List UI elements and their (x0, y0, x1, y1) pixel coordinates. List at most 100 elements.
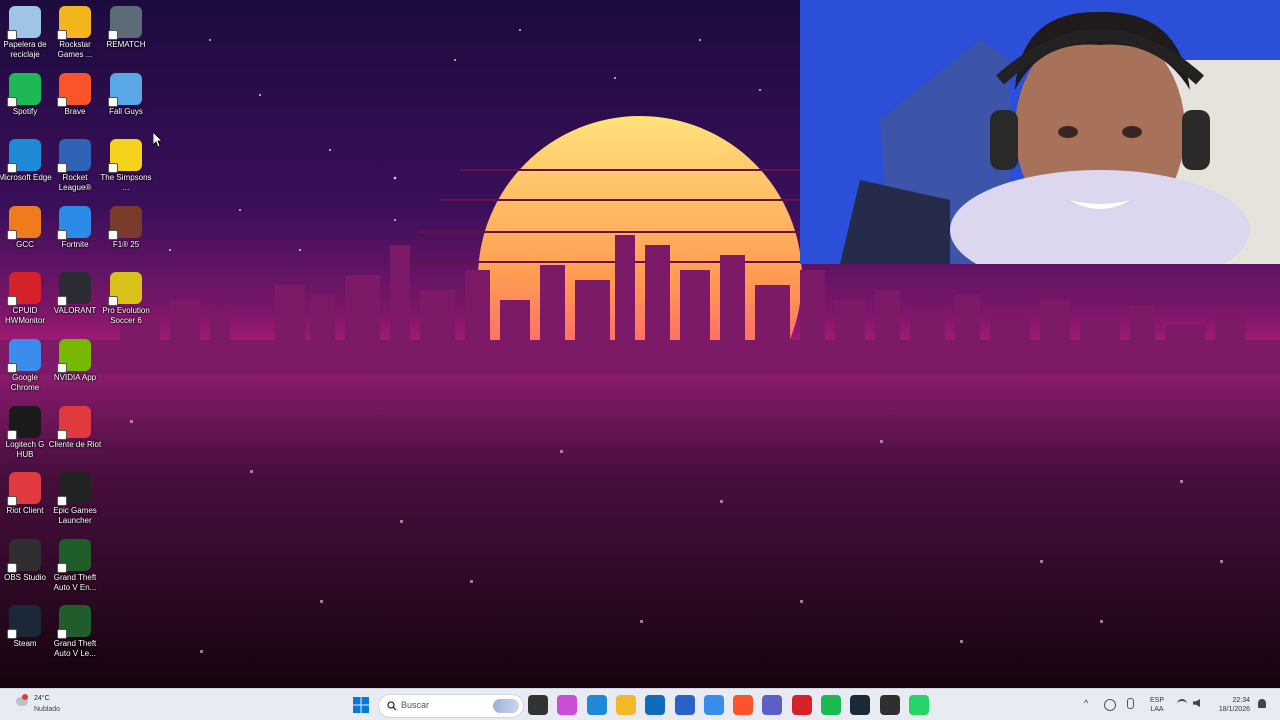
logitech-icon (7, 406, 41, 440)
shortcut-arrow-icon (7, 629, 17, 639)
volume-icon[interactable] (1193, 699, 1200, 707)
desktop-icon[interactable]: Microsoft Edge (0, 139, 52, 183)
clock-date: 18/1/2026 (1218, 706, 1250, 713)
webcam-overlay (800, 0, 1280, 264)
gta-icon (57, 539, 91, 573)
desktop-icon[interactable]: GCC (0, 206, 50, 250)
desktop-icon[interactable]: Grand Theft Auto V Le... (50, 605, 100, 659)
chrome-icon (7, 339, 41, 373)
microphone-icon[interactable] (1127, 698, 1134, 709)
desktop-icon-label: F1® 25 (112, 240, 140, 249)
shortcut-arrow-icon (7, 30, 17, 40)
file-explorer-icon[interactable] (616, 695, 636, 715)
desktop-icon-label: Rocket League® (58, 173, 92, 192)
clock[interactable]: 22:34 18/1/2026 (1210, 696, 1250, 714)
task-view-icon[interactable] (528, 695, 548, 715)
desktop-icon[interactable]: Fortnite (50, 206, 100, 250)
language-code-bottom: LAA (1150, 706, 1164, 713)
simpsons-icon (108, 139, 142, 173)
desktop-icon[interactable]: The Simpsons ... (100, 139, 152, 193)
fall-guys-icon (108, 73, 142, 107)
obs-icon[interactable] (880, 695, 900, 715)
epic-icon (57, 472, 91, 506)
shortcut-arrow-icon (7, 430, 17, 440)
city-floor (0, 375, 1280, 688)
desktop-icon[interactable]: VALORANT (50, 272, 100, 316)
obs-icon (7, 539, 41, 573)
shortcut-arrow-icon (108, 230, 118, 240)
desktop-icon-label: VALORANT (53, 306, 97, 315)
fortnite-icon (57, 206, 91, 240)
desktop-icon[interactable]: Steam (0, 605, 50, 649)
desktop-icon-label: Logitech G HUB (5, 440, 45, 459)
spotify-icon[interactable] (821, 695, 841, 715)
steam-icon (7, 605, 41, 639)
shortcut-arrow-icon (57, 97, 67, 107)
shortcut-arrow-icon (7, 163, 17, 173)
desktop-icon[interactable]: Fall Guys (101, 73, 151, 117)
outlook-icon[interactable] (645, 695, 665, 715)
desktop-icon[interactable]: Logitech G HUB (0, 406, 50, 460)
desktop-icon[interactable]: Google Chrome (0, 339, 50, 393)
shortcut-arrow-icon (57, 163, 67, 173)
desktop-icon-label: Spotify (12, 107, 38, 116)
shortcut-arrow-icon (57, 430, 67, 440)
riot-icon (7, 472, 41, 506)
language-indicator[interactable]: ESP LAA (1146, 696, 1168, 714)
show-hidden-icons-chevron-icon[interactable]: ^ (1084, 699, 1088, 708)
steam-icon[interactable] (850, 695, 870, 715)
chrome-icon[interactable] (704, 695, 724, 715)
desktop-icon[interactable]: REMATCH (101, 6, 151, 50)
shortcut-arrow-icon (57, 30, 67, 40)
rocket-league-icon (57, 139, 91, 173)
taskbar-search-box[interactable]: Buscar (378, 694, 524, 718)
hwmonitor-icon[interactable] (792, 695, 812, 715)
notifications-bell-icon[interactable] (1258, 699, 1266, 708)
shortcut-arrow-icon (57, 230, 67, 240)
desktop-icon[interactable]: Spotify (0, 73, 50, 117)
rockstar-icon (57, 6, 91, 40)
spotify-icon (7, 73, 41, 107)
desktop-icon[interactable]: F1® 25 (101, 206, 151, 250)
desktop-icon-label: Fortnite (61, 240, 89, 249)
desktop-icon-label: Grand Theft Auto V En... (53, 573, 97, 592)
shortcut-arrow-icon (57, 496, 67, 506)
desktop-icon-label: OBS Studio (4, 573, 46, 582)
desktop-icon[interactable]: Epic Games Launcher (50, 472, 100, 526)
network-icon[interactable] (1104, 699, 1116, 711)
shortcut-arrow-icon (108, 163, 118, 173)
desktop-icon[interactable]: Riot Client (0, 472, 50, 516)
desktop-icon[interactable]: OBS Studio (0, 539, 50, 583)
search-icon (387, 701, 397, 711)
store-icon[interactable] (675, 695, 695, 715)
webcam-person-image (800, 0, 1280, 264)
whatsapp-icon[interactable] (909, 695, 929, 715)
search-placeholder: Buscar (401, 700, 430, 710)
desktop-icon[interactable]: NVIDIA App (50, 339, 100, 383)
desktop-icon[interactable]: Pro Evolution Soccer 6 (101, 272, 151, 326)
language-code-top: ESP (1149, 697, 1164, 704)
desktop-icon[interactable]: Papelera de reciclaje (0, 6, 50, 60)
start-button[interactable] (352, 696, 370, 714)
mouse-cursor-icon (153, 132, 163, 148)
shortcut-arrow-icon (108, 97, 118, 107)
edge-icon[interactable] (587, 695, 607, 715)
desktop-icon-label: Steam (13, 639, 37, 648)
wifi-icon[interactable] (1177, 699, 1187, 709)
desktop-icon[interactable]: Grand Theft Auto V En... (50, 539, 100, 593)
brave-icon[interactable] (733, 695, 753, 715)
pes-icon (108, 272, 142, 306)
teams-icon[interactable] (762, 695, 782, 715)
desktop-icon-label: NVIDIA App (53, 373, 97, 382)
desktop-icon-label: Riot Client (6, 506, 44, 515)
shortcut-arrow-icon (57, 363, 67, 373)
desktop-icon[interactable]: Cliente de Riot (49, 406, 101, 450)
weather-widget[interactable]: 24°C Nublado (14, 693, 74, 717)
search-highlight-icon (493, 699, 519, 713)
desktop-icon[interactable]: Brave (50, 73, 100, 117)
desktop-icon-label: REMATCH (106, 40, 146, 49)
copilot-icon[interactable] (557, 695, 577, 715)
desktop-icon[interactable]: Rocket League® (50, 139, 100, 193)
desktop-icon[interactable]: CPUID HWMonitor (0, 272, 50, 326)
desktop-icon[interactable]: Rockstar Games ... (50, 6, 100, 60)
